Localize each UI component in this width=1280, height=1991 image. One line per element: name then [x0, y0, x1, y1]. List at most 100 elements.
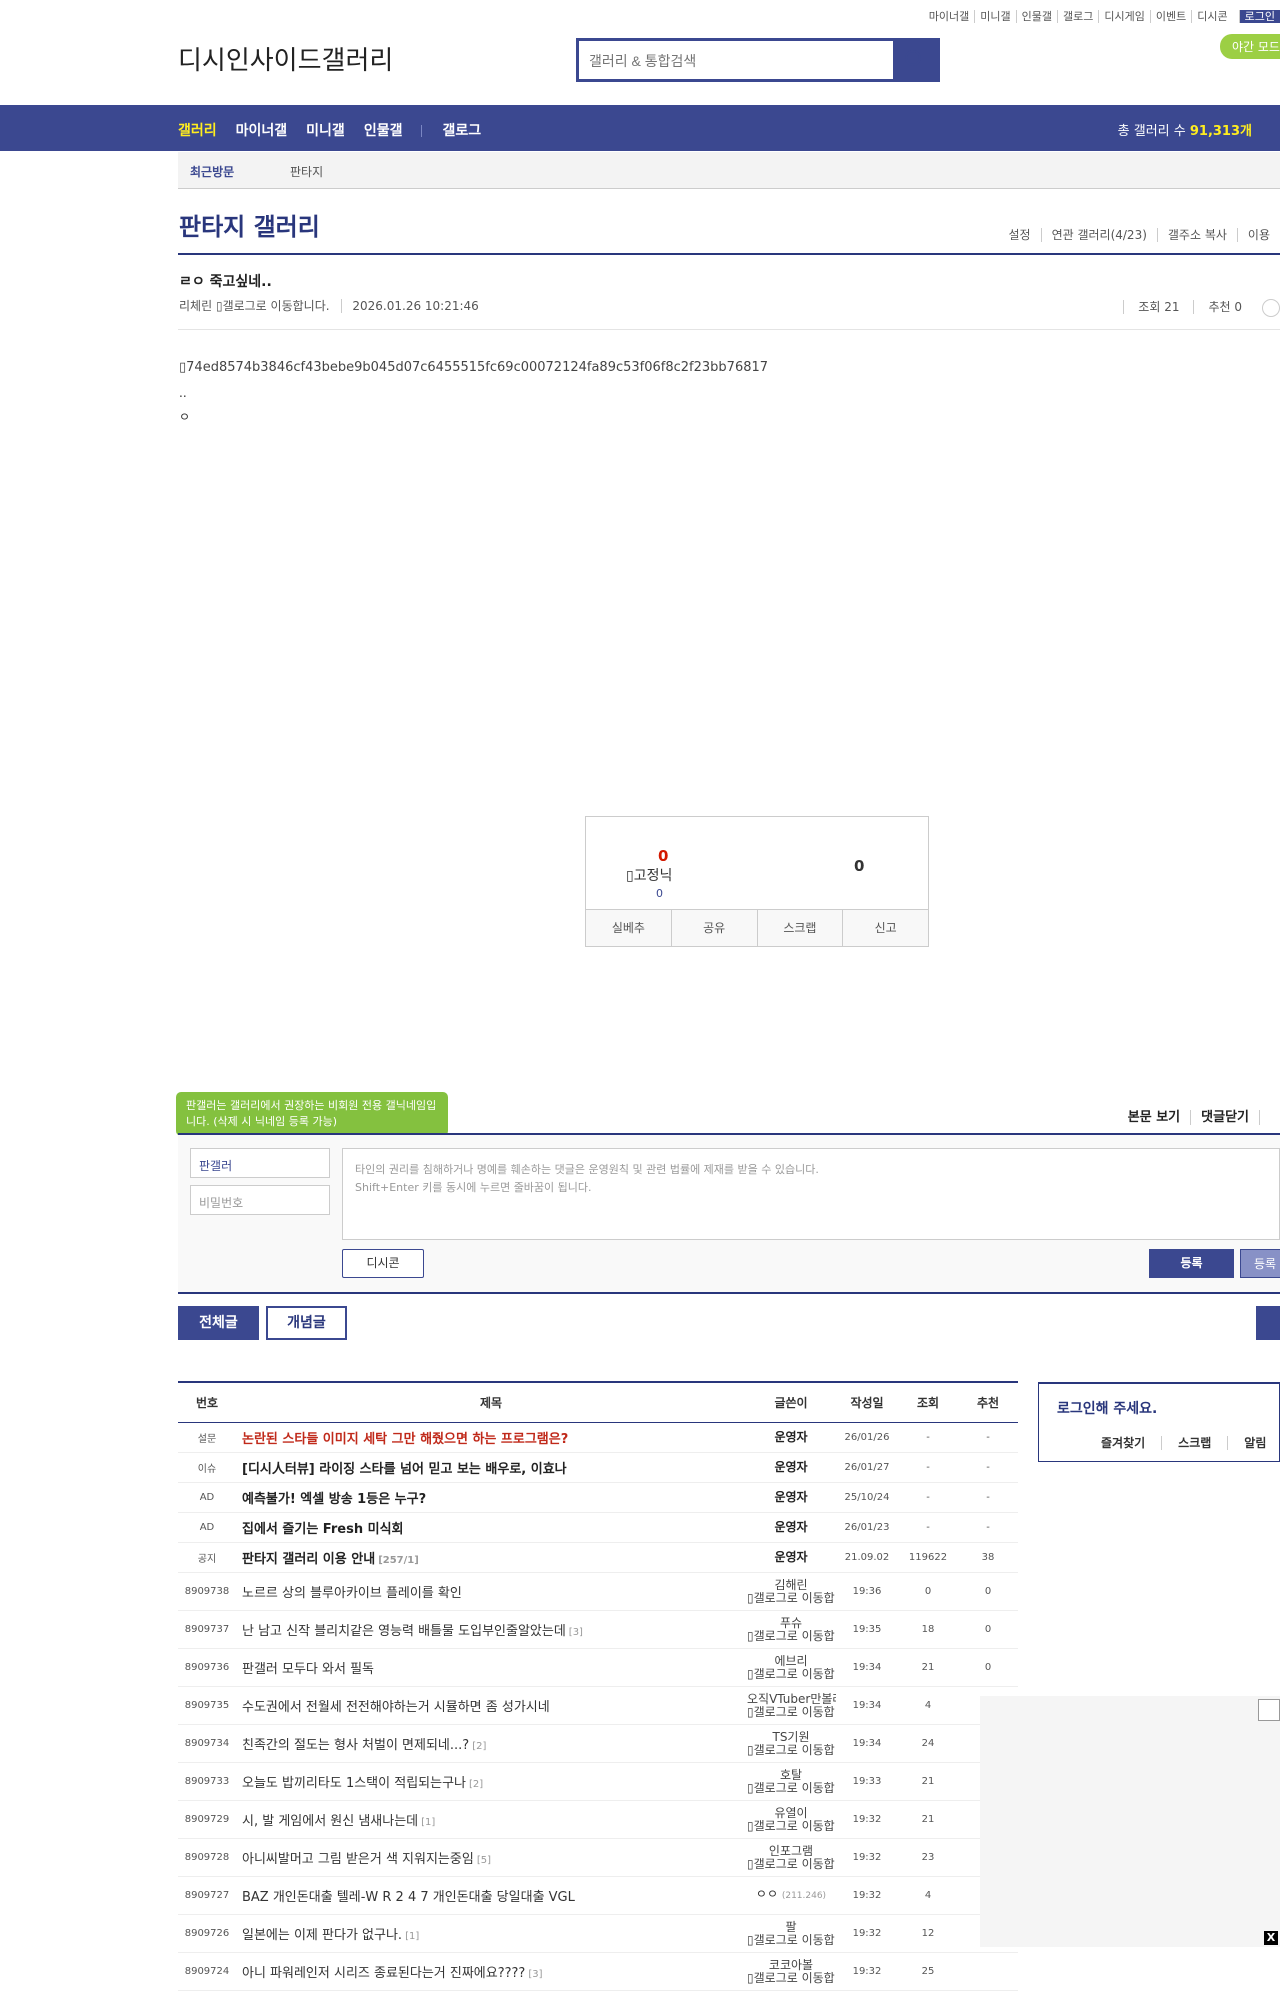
favorites-link[interactable]: 즐겨찾기 [1085, 1436, 1161, 1450]
row-title-cell[interactable]: 예측불가! 엑셀 방송 1등은 누구? [236, 1482, 746, 1513]
close-icon[interactable]: X [1264, 1931, 1278, 1945]
row-writer-cell[interactable]: 에브리▯갤로그로 이동합니다. [746, 1648, 836, 1687]
row-title[interactable]: 논란된 스타들 이미지 세탁 그만 해줬으면 하는 프로그램은? [242, 1432, 568, 1447]
table-row[interactable]: AD 집에서 즐기는 Fresh 미식회 운영자 26/01/23- - [178, 1512, 1018, 1543]
search-input[interactable] [587, 47, 891, 75]
site-logo[interactable]: 디시인사이드갤러리 [178, 40, 393, 77]
top-link-gallog[interactable]: 갤로그 [1057, 10, 1099, 23]
row-title-cell[interactable]: 노르르 상의 블루아카이브 플레이를 확인 [236, 1572, 746, 1611]
row-title[interactable]: 집에서 즐기는 Fresh 미식회 [242, 1522, 404, 1537]
recent-visit-label[interactable]: 최근방문 [190, 163, 234, 180]
comment-password-field[interactable]: 비밀번호 [190, 1185, 330, 1215]
row-writer-cell[interactable]: 유열이▯갤로그로 이동합니다. [746, 1800, 836, 1839]
row-title-cell[interactable]: 판타지 갤러리 이용 안내 [257/1] [236, 1542, 746, 1573]
gnb-item-gallery[interactable]: 갤러리 [178, 123, 217, 139]
top-link-person[interactable]: 인물갤 [1015, 10, 1058, 23]
table-row[interactable]: 8909727 BAZ 개인돈대출 텔레-W R 2 4 7 개인돈대출 당일대출… [178, 1876, 1018, 1915]
row-writer[interactable]: 운영자 [746, 1542, 836, 1573]
row-title-cell[interactable]: 오늘도 밥끼리타도 1스택이 적립되는구나 [2] [236, 1762, 746, 1801]
view-body-link[interactable]: 본문 보기 [1118, 1110, 1190, 1125]
table-row[interactable]: 8909737 난 남고 신작 블리치같은 영능력 배틀물 도입부인줄알았는데 [3… [178, 1610, 1018, 1649]
gallery-menu-usage[interactable]: 이용 [1236, 228, 1280, 242]
row-gallog-link[interactable]: ▯갤로그로 이동합니다. [747, 1705, 836, 1719]
table-row[interactable]: AD 예측불가! 엑셀 방송 1등은 누구? 운영자 25/10/24- - [178, 1482, 1018, 1513]
top-link-event[interactable]: 이벤트 [1149, 10, 1192, 23]
gallery-menu-related[interactable]: 연관 갤러리(4/23) [1040, 228, 1157, 242]
gallog-link[interactable]: ▯갤로그로 이동합니다. [216, 299, 330, 313]
dccon-button[interactable]: 디시콘 [342, 1249, 424, 1278]
row-title[interactable]: 친족간의 절도는 형사 처벌이 면제되네...? [242, 1738, 469, 1753]
row-title[interactable]: BAZ 개인돈대출 텔레-W R 2 4 7 개인돈대출 당일대출 VGL [242, 1890, 575, 1905]
row-title[interactable]: 아니씨발머고 그림 받은거 색 지워지는중임 [242, 1852, 474, 1867]
gnb-item-gallog[interactable]: 갤로그 [442, 123, 481, 139]
row-writer-cell[interactable]: 인포그램▯갤로그로 이동합니다. [746, 1838, 836, 1877]
top-link-mini[interactable]: 미니갤 [974, 10, 1016, 23]
row-gallog-link[interactable]: ▯갤로그로 이동합니다. [747, 1971, 836, 1985]
write-button[interactable] [1256, 1306, 1280, 1340]
row-title-cell[interactable]: BAZ 개인돈대출 텔레-W R 2 4 7 개인돈대출 당일대출 VGL [236, 1876, 746, 1915]
table-row[interactable]: 설문 논란된 스타들 이미지 세탁 그만 해줬으면 하는 프로그램은? 운영자 26/… [178, 1422, 1018, 1453]
col-header-recommend[interactable]: 추천 [958, 1381, 1018, 1423]
row-writer-cell[interactable]: TS기원▯갤로그로 이동합니다. [746, 1724, 836, 1763]
tab-all-posts[interactable]: 전체글 [178, 1306, 259, 1340]
best-recommend-button[interactable]: 실베추 [586, 910, 672, 946]
row-title[interactable]: 노르르 상의 블루아카이브 플레이를 확인 [242, 1586, 462, 1601]
row-title-cell[interactable]: 아니 파워레인저 시리즈 종료된다는거 진짜에요???? [3] [236, 1952, 746, 1991]
table-row[interactable]: 8909738 노르르 상의 블루아카이브 플레이를 확인 김해린 ▯갤로그로 이동합… [178, 1572, 1018, 1611]
table-row[interactable]: 8909724 아니 파워레인저 시리즈 종료된다는거 진짜에요???? [3] 코코… [178, 1952, 1018, 1991]
share-button[interactable]: 공유 [671, 910, 758, 946]
login-button[interactable]: 로그인 [1238, 10, 1280, 23]
comment-name-field[interactable]: 판갤러 [190, 1148, 330, 1178]
row-reply-count[interactable]: [3] [569, 1627, 583, 1638]
login-prompt[interactable]: 로그인해 주세요. [1057, 1398, 1157, 1418]
row-gallog-link[interactable]: ▯갤로그로 이동합니다. [747, 1629, 836, 1643]
gnb-item-mini[interactable]: 미니갤 [306, 123, 345, 139]
gnb-item-person[interactable]: 인물갤 [364, 123, 403, 139]
post-author[interactable]: 리체린 [179, 299, 212, 313]
gallery-menu-settings[interactable]: 설정 [998, 228, 1040, 242]
gallery-title[interactable]: 판타지 갤러리 [179, 207, 320, 242]
table-row[interactable]: 8909729 시, 발 게임에서 원신 냄새나는데 [1] 유열이 ▯갤로그로 이동합… [178, 1800, 1018, 1839]
row-writer[interactable]: 운영자 [746, 1422, 836, 1453]
row-title-cell[interactable]: 수도권에서 전월세 전전해야하는거 시뮬하면 좀 성가시네 [236, 1686, 746, 1725]
row-title-cell[interactable]: 시, 발 게임에서 원신 냄새나는데 [1] [236, 1800, 746, 1839]
row-reply-count[interactable]: [1] [405, 1931, 419, 1942]
search-button[interactable] [893, 41, 937, 79]
table-row[interactable]: 이슈 [디시人터뷰] 라이징 스타를 넘어 믿고 보는 배우로, 이효나 운영자 26… [178, 1452, 1018, 1483]
row-writer[interactable]: 운영자 [746, 1452, 836, 1483]
recommend-down-count[interactable]: 0 [854, 857, 864, 875]
gnb-item-minor[interactable]: 마이너갤 [236, 123, 288, 139]
comment-textarea[interactable]: 타인의 권리를 침해하거나 명예를 훼손하는 댓글은 운영원칙 및 관련 법률에… [342, 1148, 1280, 1240]
row-title[interactable]: 아니 파워레인저 시리즈 종료된다는거 진짜에요???? [242, 1966, 525, 1981]
row-title[interactable]: 난 남고 신작 블리치같은 영능력 배틀물 도입부인줄알았는데 [242, 1624, 566, 1639]
table-row[interactable]: 8909734 친족간의 절도는 형사 처벌이 면제되네...? [2] TS기원 ▯갤… [178, 1724, 1018, 1763]
row-title[interactable]: 예측불가! 엑셀 방송 1등은 누구? [242, 1492, 426, 1507]
notification-link[interactable]: 알림 [1227, 1436, 1280, 1450]
row-title-cell[interactable]: 집에서 즐기는 Fresh 미식회 [236, 1512, 746, 1543]
report-button[interactable]: 신고 [843, 910, 928, 946]
comment-submit-button[interactable]: 등록 [1149, 1249, 1234, 1278]
row-gallog-link[interactable]: ▯갤로그로 이동합니다. [747, 1743, 836, 1757]
close-comments-link[interactable]: 댓글닫기 [1190, 1110, 1259, 1125]
row-title[interactable]: 수도권에서 전월세 전전해야하는거 시뮬하면 좀 성가시네 [242, 1700, 550, 1715]
more-icon[interactable] [1262, 298, 1280, 317]
row-gallog-link[interactable]: ▯갤로그로 이동합니다. [747, 1781, 836, 1795]
top-link-minor[interactable]: 마이너갤 [924, 10, 974, 23]
table-row[interactable]: 공지 판타지 갤러리 이용 안내 [257/1] 운영자 21.09.02 119622 3… [178, 1542, 1018, 1573]
row-gallog-link[interactable]: ▯갤로그로 이동합니다. [747, 1819, 836, 1833]
col-header-views[interactable]: 조회 [898, 1381, 958, 1423]
row-writer[interactable]: 운영자 [746, 1482, 836, 1513]
row-title[interactable]: [디시人터뷰] 라이징 스타를 넘어 믿고 보는 배우로, 이효나 [242, 1462, 567, 1477]
row-title[interactable]: 판갤러 모두다 와서 필독 [242, 1662, 374, 1677]
row-gallog-link[interactable]: ▯갤로그로 이동합니다. [747, 1857, 836, 1871]
row-title-cell[interactable]: 친족간의 절도는 형사 처벌이 면제되네...? [2] [236, 1724, 746, 1763]
row-gallog-link[interactable]: ▯갤로그로 이동합니다. [747, 1591, 836, 1605]
row-writer-cell[interactable]: ㅇㅇ (211.246) [746, 1876, 836, 1915]
table-row[interactable]: 8909733 오늘도 밥끼리타도 1스택이 적립되는구나 [2] 호탈 ▯갤로그로 이… [178, 1762, 1018, 1801]
row-title-cell[interactable]: 논란된 스타들 이미지 세탁 그만 해줬으면 하는 프로그램은? [236, 1422, 746, 1453]
table-row[interactable]: 8909735 수도권에서 전월세 전전해야하는거 시뮬하면 좀 성가시네 오직VT… [178, 1686, 1018, 1725]
row-title-cell[interactable]: [디시人터뷰] 라이징 스타를 넘어 믿고 보는 배우로, 이효나 [236, 1452, 746, 1483]
row-gallog-link[interactable]: ▯갤로그로 이동합니다. [747, 1933, 836, 1947]
row-reply-count[interactable]: [3] [528, 1969, 542, 1980]
recent-visit-gallery[interactable]: 판타지 [290, 163, 323, 180]
